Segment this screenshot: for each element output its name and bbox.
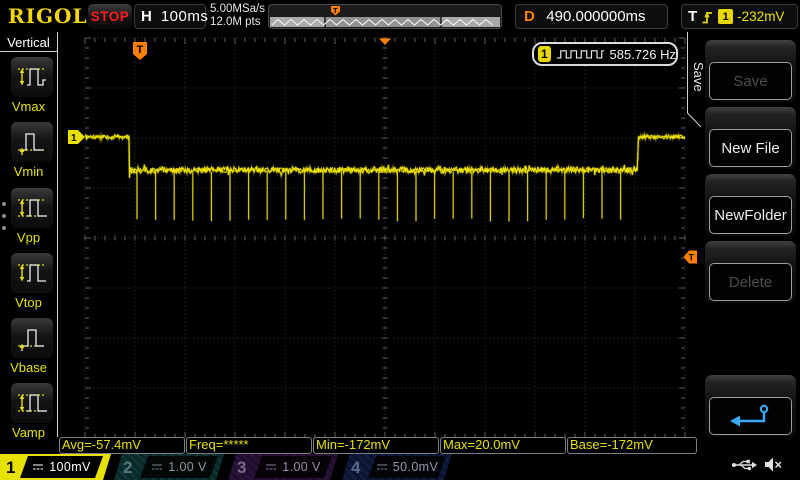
square-wave-icon [556, 50, 604, 59]
usb-icon [732, 459, 757, 471]
dc-coupling-icon [32, 462, 44, 472]
vbase-icon [18, 329, 46, 351]
page-indicator-dot [2, 226, 6, 230]
menu-item-vpp[interactable] [11, 188, 53, 228]
channel-2-status[interactable]: 2 1.00 V [114, 454, 224, 480]
measurement-base: Base=-172mV [567, 437, 697, 454]
left-menu-border [57, 32, 58, 437]
channel-status-bar: 1 100mV 2 1.00 V 3 1.00 V 4 50.0mV [0, 454, 800, 480]
waveform-display: 1 T T [68, 32, 702, 439]
rigol-logo: RIGOL [8, 4, 88, 28]
menu-item-vamp-label: Vamp [12, 425, 45, 440]
channel-1-number: 1 [6, 458, 16, 477]
page-indicator-dot [2, 202, 6, 206]
channel-4-status[interactable]: 4 50.0mV [342, 454, 452, 480]
channel-3-number: 3 [237, 458, 247, 477]
svg-text:1: 1 [71, 133, 77, 144]
speaker-muted-icon [765, 457, 782, 472]
menu-item-vbase-label: Vbase [10, 360, 47, 375]
new-folder-button-label: NewFolder [709, 196, 792, 234]
menu-item-vamp[interactable] [11, 383, 53, 423]
vtop-icon [18, 264, 46, 282]
channel-1-status[interactable]: 1 100mV [0, 454, 111, 480]
menu-item-vmax[interactable] [11, 57, 53, 97]
menu-button-new-folder[interactable]: NewFolder [705, 174, 796, 236]
trigger-edge-icon [702, 11, 713, 23]
trigger-level-value: -232mV [737, 9, 785, 24]
run-state-indicator: STOP [88, 4, 132, 29]
horizontal-timebase-box[interactable]: H 100ms [134, 4, 209, 29]
timebase-value: 100ms [160, 8, 209, 25]
acquisition-info: 5.00MSa/s 12.0M pts [210, 3, 265, 29]
menu-item-vmax-label: Vmax [11, 99, 46, 114]
delay-value: 490.000000ms [546, 8, 646, 25]
vpp-icon [18, 199, 47, 217]
right-menu-tab: Save [691, 62, 706, 92]
vamp-icon [18, 394, 47, 412]
delay-position-box: D 490.000000ms [515, 4, 668, 29]
measurement-freq: Freq=***** [186, 437, 312, 454]
sample-rate: 5.00MSa/s [210, 3, 265, 15]
channel-2-number: 2 [123, 458, 133, 477]
return-arrow-icon [729, 404, 768, 427]
menu-item-vmin-label: Vmin [13, 164, 44, 179]
delay-label: D [524, 8, 535, 25]
menu-item-vpp-label: Vpp [16, 230, 41, 245]
measurement-max: Max=20.0mV [440, 437, 566, 454]
dc-coupling-icon [265, 462, 277, 472]
channel-4-number: 4 [351, 458, 361, 477]
channel-4-scale: 50.0mV [392, 460, 439, 474]
dc-coupling-icon [151, 462, 163, 472]
trigger-status-box[interactable]: T 1 -232mV [681, 4, 798, 29]
trigger-source-badge: 1 [718, 9, 734, 24]
memory-depth: 12.0M pts [210, 16, 261, 28]
channel-3-status[interactable]: 3 1.00 V [228, 454, 338, 480]
dc-coupling-icon [376, 462, 388, 472]
menu-button-back[interactable] [705, 375, 796, 437]
top-status-bar: RIGOL STOP H 100ms 5.00MSa/s 12.0M pts T… [0, 0, 800, 32]
menu-button-save[interactable]: Save [705, 40, 796, 102]
channel-3-scale: 1.00 V [282, 460, 321, 474]
freq-channel-badge: 1 [538, 46, 551, 62]
measurement-avg: Avg=-57.4mV [59, 437, 185, 454]
page-indicator-dot [2, 214, 6, 218]
menu-button-delete[interactable]: Delete [705, 241, 796, 303]
left-menu-title-divider [0, 51, 58, 52]
memory-position-bar: T [268, 4, 502, 29]
delete-button-label: Delete [709, 263, 792, 301]
vmax-icon [18, 68, 46, 86]
menu-button-new-file[interactable]: New File [705, 107, 796, 169]
frequency-counter: 1 585.726 Hz [532, 42, 678, 66]
menu-item-vtop-label: Vtop [15, 295, 42, 310]
channel-1-scale: 100mV [49, 460, 91, 474]
svg-text:T: T [689, 253, 695, 263]
left-menu-title: Vertical [7, 35, 50, 50]
new-file-button-label: New File [709, 129, 792, 167]
trigger-label: T [688, 8, 698, 25]
menu-item-vtop[interactable] [11, 253, 53, 293]
horizontal-label: H [141, 8, 152, 25]
menu-item-vmin[interactable] [11, 122, 53, 162]
menu-item-vbase[interactable] [11, 318, 53, 358]
svg-text:T: T [333, 6, 338, 15]
svg-text:T: T [137, 44, 144, 56]
channel-2-scale: 1.00 V [168, 460, 207, 474]
measurement-min: Min=-172mV [313, 437, 439, 454]
save-button-label: Save [709, 62, 792, 100]
vmin-icon [18, 133, 46, 155]
freq-value: 585.726 Hz [609, 46, 677, 62]
